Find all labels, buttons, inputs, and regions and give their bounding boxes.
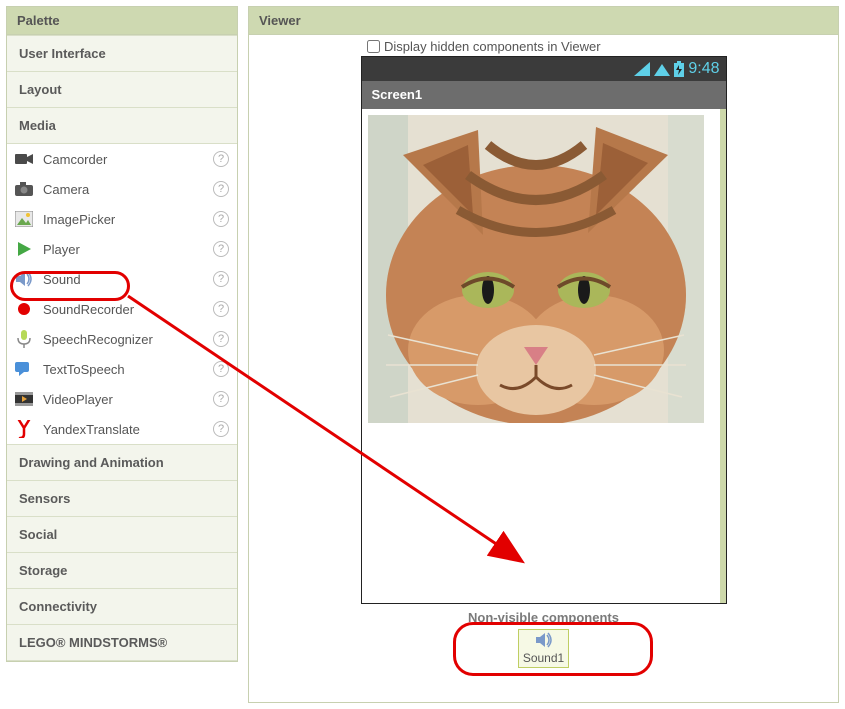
palette-item-label: ImagePicker bbox=[43, 212, 203, 227]
palette-item-yandextranslate[interactable]: YandexTranslate ? bbox=[7, 414, 237, 444]
nonvisible-component-label: Sound1 bbox=[523, 651, 564, 665]
phone-preview: 9:48 Screen1 bbox=[361, 56, 727, 604]
palette-item-camera[interactable]: Camera ? bbox=[7, 174, 237, 204]
sound-icon bbox=[15, 270, 33, 288]
sound-icon bbox=[535, 632, 553, 651]
phone-status-bar: 9:48 bbox=[362, 57, 726, 81]
sound-recorder-icon bbox=[15, 300, 33, 318]
palette-item-label: SpeechRecognizer bbox=[43, 332, 203, 347]
palette-item-videoplayer[interactable]: VideoPlayer ? bbox=[7, 384, 237, 414]
viewer-body: Display hidden components in Viewer 9:48… bbox=[249, 35, 838, 702]
category-layout[interactable]: Layout bbox=[7, 72, 237, 108]
category-user-interface[interactable]: User Interface bbox=[7, 35, 237, 72]
wifi-icon bbox=[654, 62, 670, 76]
category-storage[interactable]: Storage bbox=[7, 553, 237, 589]
help-icon[interactable]: ? bbox=[213, 391, 229, 407]
help-icon[interactable]: ? bbox=[213, 361, 229, 377]
palette-item-label: Camcorder bbox=[43, 152, 203, 167]
yandex-translate-icon bbox=[15, 420, 33, 438]
screen-title: Screen1 bbox=[372, 87, 423, 102]
category-media[interactable]: Media bbox=[7, 108, 237, 144]
palette-item-speechrecognizer[interactable]: SpeechRecognizer ? bbox=[7, 324, 237, 354]
palette-panel: Palette User Interface Layout Media Camc… bbox=[6, 6, 238, 662]
palette-item-label: YandexTranslate bbox=[43, 422, 203, 437]
palette-item-label: Sound bbox=[43, 272, 203, 287]
palette-item-imagepicker[interactable]: ImagePicker ? bbox=[7, 204, 237, 234]
palette-item-label: SoundRecorder bbox=[43, 302, 203, 317]
text-to-speech-icon bbox=[15, 360, 33, 378]
palette-item-soundrecorder[interactable]: SoundRecorder ? bbox=[7, 294, 237, 324]
palette-item-label: Player bbox=[43, 242, 203, 257]
help-icon[interactable]: ? bbox=[213, 151, 229, 167]
category-sensors[interactable]: Sensors bbox=[7, 481, 237, 517]
help-icon[interactable]: ? bbox=[213, 181, 229, 197]
viewer-header: Viewer bbox=[249, 7, 838, 35]
display-hidden-toggle[interactable]: Display hidden components in Viewer bbox=[367, 39, 601, 54]
cat-image-component[interactable] bbox=[368, 115, 704, 423]
help-icon[interactable]: ? bbox=[213, 301, 229, 317]
palette-item-label: VideoPlayer bbox=[43, 392, 203, 407]
nonvisible-components-label: Non-visible components bbox=[468, 610, 619, 625]
palette-item-texttospeech[interactable]: TextToSpeech ? bbox=[7, 354, 237, 384]
category-drawing-animation[interactable]: Drawing and Animation bbox=[7, 444, 237, 481]
palette-item-label: Camera bbox=[43, 182, 203, 197]
status-time: 9:48 bbox=[688, 60, 719, 78]
palette-item-sound[interactable]: Sound ? bbox=[7, 264, 237, 294]
nonvisible-component-sound1[interactable]: Sound1 bbox=[518, 629, 569, 668]
screen-canvas[interactable] bbox=[362, 109, 726, 603]
help-icon[interactable]: ? bbox=[213, 271, 229, 287]
category-connectivity[interactable]: Connectivity bbox=[7, 589, 237, 625]
display-hidden-checkbox[interactable] bbox=[367, 40, 380, 53]
player-icon bbox=[15, 240, 33, 258]
media-items-list: Camcorder ? Camera ? ImagePicker ? Playe… bbox=[7, 144, 237, 444]
palette-item-label: TextToSpeech bbox=[43, 362, 203, 377]
image-picker-icon bbox=[15, 210, 33, 228]
camcorder-icon bbox=[15, 150, 33, 168]
help-icon[interactable]: ? bbox=[213, 421, 229, 437]
help-icon[interactable]: ? bbox=[213, 211, 229, 227]
help-icon[interactable]: ? bbox=[213, 331, 229, 347]
display-hidden-label: Display hidden components in Viewer bbox=[384, 39, 601, 54]
palette-item-player[interactable]: Player ? bbox=[7, 234, 237, 264]
viewer-panel: Viewer Display hidden components in View… bbox=[248, 6, 839, 703]
camera-icon bbox=[15, 180, 33, 198]
speech-recognizer-icon bbox=[15, 330, 33, 348]
battery-icon bbox=[674, 61, 684, 77]
category-lego[interactable]: LEGO® MINDSTORMS® bbox=[7, 625, 237, 661]
palette-header: Palette bbox=[7, 7, 237, 35]
palette-item-camcorder[interactable]: Camcorder ? bbox=[7, 144, 237, 174]
category-social[interactable]: Social bbox=[7, 517, 237, 553]
screen-title-bar: Screen1 bbox=[362, 81, 726, 109]
video-player-icon bbox=[15, 390, 33, 408]
signal-icon bbox=[634, 62, 650, 76]
help-icon[interactable]: ? bbox=[213, 241, 229, 257]
